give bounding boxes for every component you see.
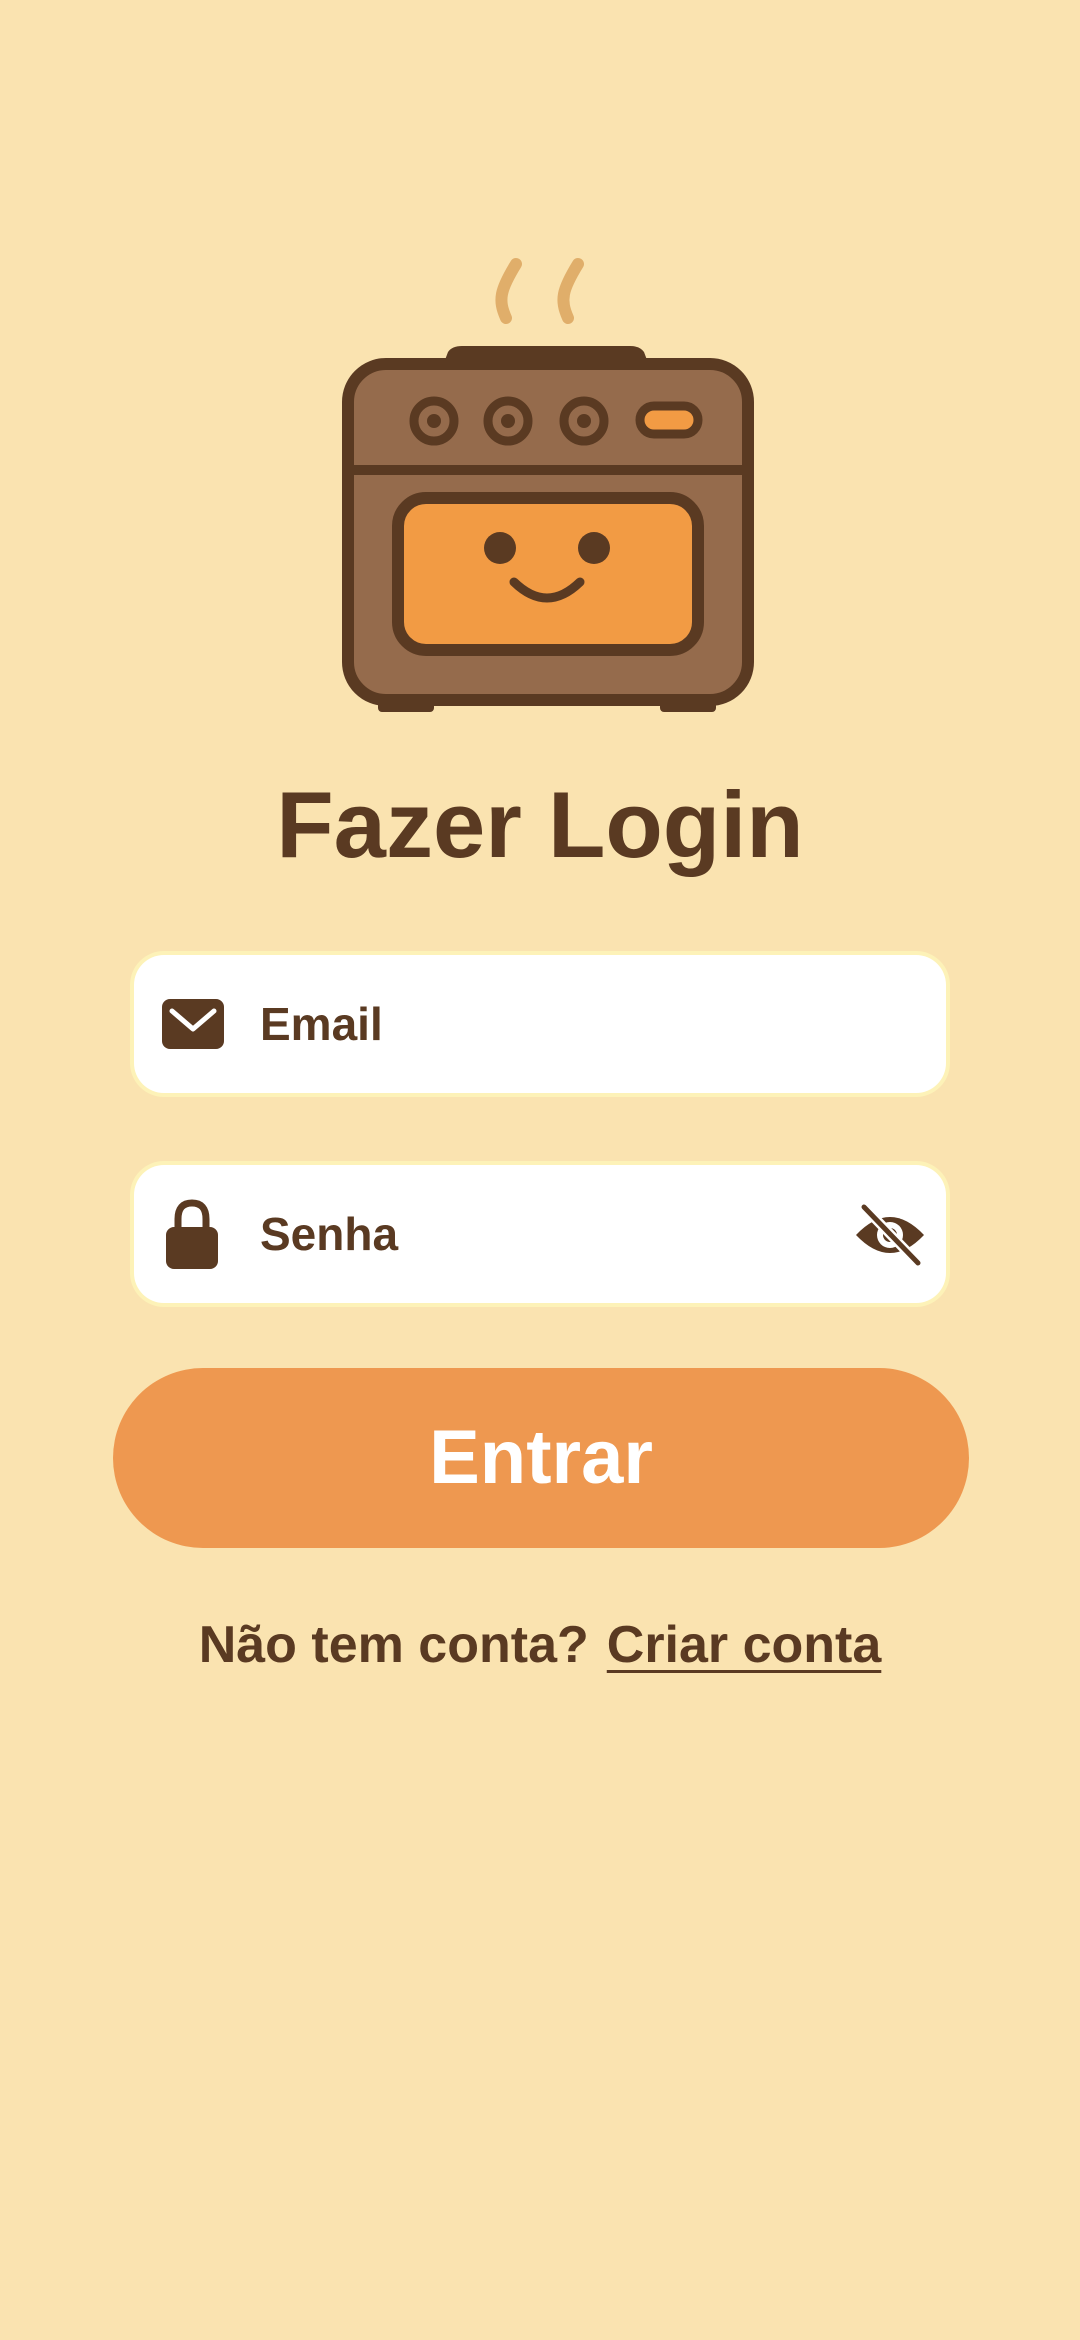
page-title: Fazer Login bbox=[276, 772, 804, 877]
envelope-icon bbox=[160, 989, 230, 1059]
no-account-text: Não tem conta? bbox=[198, 1616, 589, 1674]
oven-logo-icon bbox=[330, 250, 770, 720]
email-placeholder: Email bbox=[260, 998, 383, 1050]
email-field[interactable]: Email bbox=[134, 955, 946, 1093]
password-placeholder: Senha bbox=[260, 1208, 399, 1260]
signup-prompt: Não tem conta? Criar conta bbox=[0, 1610, 1080, 1680]
lock-icon bbox=[160, 1199, 230, 1269]
password-field[interactable]: Senha bbox=[134, 1165, 946, 1303]
eye-off-icon[interactable] bbox=[854, 1199, 926, 1269]
login-button[interactable]: Entrar bbox=[113, 1368, 969, 1548]
create-account-link[interactable]: Criar conta bbox=[607, 1616, 882, 1674]
